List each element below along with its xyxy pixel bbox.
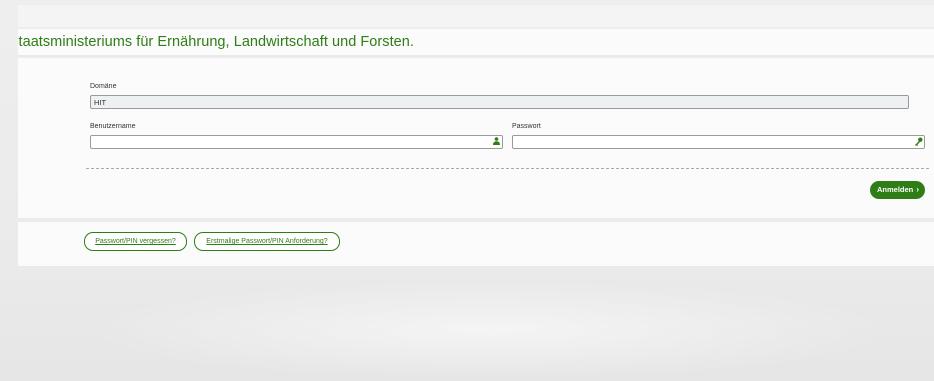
top-strip [18,5,934,27]
domain-label: Domäne [90,83,117,90]
help-links-panel: Passwort/PIN vergessen? Erstmalige Passw… [18,222,934,266]
password-field[interactable] [512,135,925,149]
background-glare [80,280,900,380]
username-field[interactable] [90,135,503,149]
title-bar: hen Staatsministeriums für Ernährung, La… [18,29,934,57]
page-title: hen Staatsministeriums für Ernährung, La… [18,34,414,50]
username-label: Benutzername [90,123,136,130]
first-request-link[interactable]: Erstmalige Passwort/PIN Anforderung? [194,232,340,251]
login-button[interactable]: Anmelden › [870,181,925,199]
form-divider [86,168,929,169]
chevron-right-icon: › [916,185,919,194]
key-icon [913,137,923,149]
forgot-password-link[interactable]: Passwort/PIN vergessen? [84,232,187,251]
password-label: Passwort [512,123,541,130]
user-icon [491,137,501,148]
login-form-panel: Domäne HIT Benutzername Passwort Anmelde… [18,58,934,218]
domain-field[interactable]: HIT [90,95,909,109]
login-button-label: Anmelden [877,185,914,194]
